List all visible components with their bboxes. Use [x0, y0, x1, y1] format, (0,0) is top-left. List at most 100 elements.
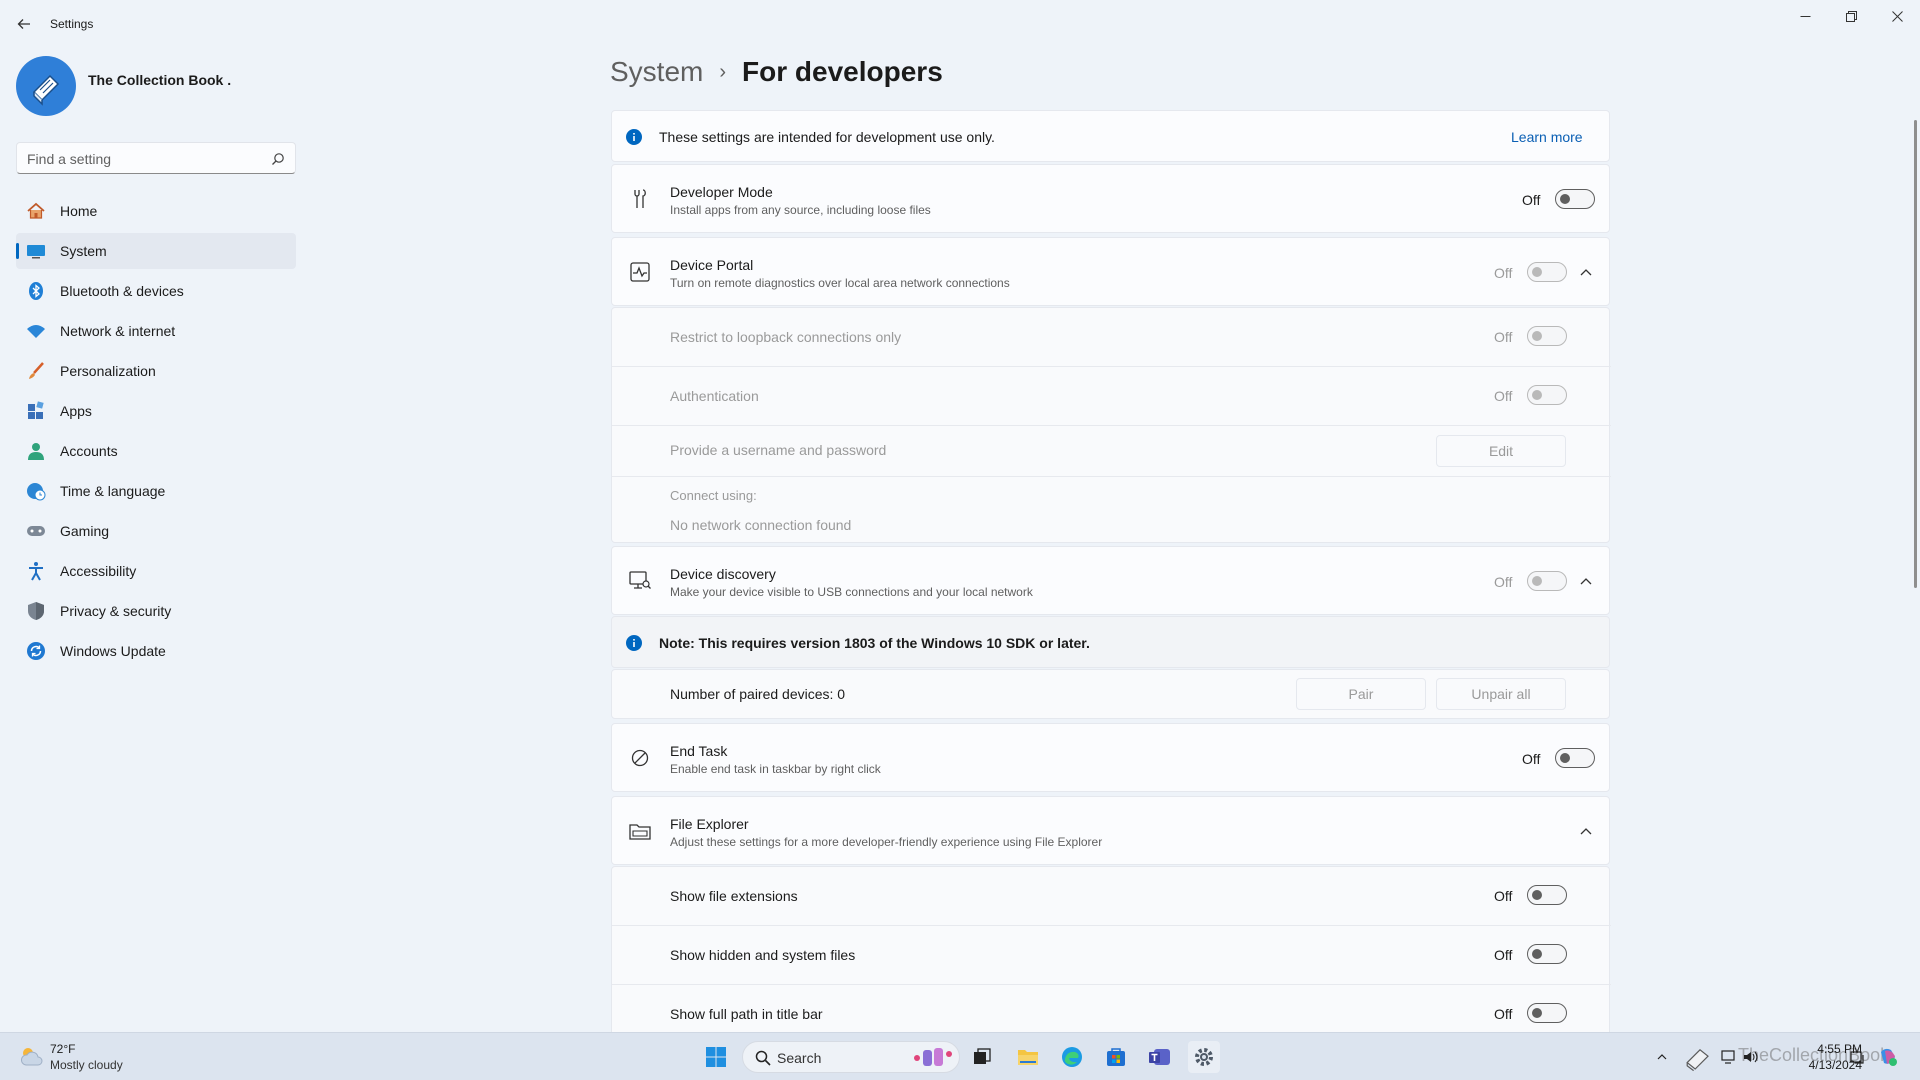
show-hidden-toggle[interactable]	[1527, 944, 1567, 964]
sidebar-item-label: System	[60, 243, 107, 259]
taskbar-search-label: Search	[777, 1050, 822, 1066]
info-bar: These settings are intended for developm…	[611, 110, 1610, 162]
shield-icon	[26, 601, 46, 621]
info-icon	[626, 129, 642, 145]
sidebar-item-label: Gaming	[60, 523, 110, 539]
language-icon[interactable]	[1848, 1041, 1868, 1073]
toggle-state: Off	[1494, 265, 1513, 281]
developer-tools-icon	[628, 187, 652, 211]
sidebar-item-label: Network & internet	[60, 323, 176, 339]
sidebar-item-system[interactable]: System	[16, 233, 296, 269]
chevron-up-icon[interactable]	[1652, 1041, 1672, 1073]
sidebar-item-label: Accessibility	[60, 563, 137, 579]
sidebar-item-gaming[interactable]: Gaming	[16, 513, 296, 549]
sidebar-item-label: Personalization	[60, 363, 156, 379]
cloud-sun-icon[interactable]	[18, 1045, 46, 1072]
unpair-all-button[interactable]: Unpair all	[1436, 678, 1566, 710]
avatar[interactable]	[16, 56, 76, 116]
loopback-toggle[interactable]	[1527, 326, 1567, 346]
weather-desc[interactable]: Mostly cloudy	[50, 1058, 123, 1072]
minimize-button[interactable]	[1782, 0, 1828, 32]
sidebar-item-apps[interactable]: Apps	[16, 393, 296, 429]
sidebar-item-personalization[interactable]: Personalization	[16, 353, 296, 389]
developer-mode-toggle[interactable]	[1555, 189, 1595, 209]
update-icon	[26, 641, 46, 661]
file-explorer-icon[interactable]	[1012, 1041, 1044, 1073]
edit-button[interactable]: Edit	[1436, 435, 1566, 467]
pair-button[interactable]: Pair	[1296, 678, 1426, 710]
volume-icon[interactable]	[1742, 1041, 1760, 1073]
clock-date[interactable]: 4/13/2024	[1762, 1058, 1862, 1072]
chevron-up-icon[interactable]	[1578, 573, 1594, 589]
end-task-toggle[interactable]	[1555, 748, 1595, 768]
sidebar-item-windows-update[interactable]: Windows Update	[16, 633, 296, 669]
restore-button[interactable]	[1828, 0, 1874, 32]
sidebar-item-bluetooth[interactable]: Bluetooth & devices	[16, 273, 296, 309]
edge-icon[interactable]	[1056, 1041, 1088, 1073]
search-icon	[272, 153, 284, 165]
weather-temp[interactable]: 72°F	[50, 1042, 75, 1056]
show-full-path-row: Show full path in title bar Off	[612, 985, 1611, 1032]
sidebar-item-accessibility[interactable]: Accessibility	[16, 553, 296, 589]
close-button[interactable]	[1874, 0, 1920, 32]
start-icon[interactable]	[700, 1041, 732, 1073]
task-view-icon[interactable]	[966, 1041, 998, 1073]
show-extensions-toggle[interactable]	[1527, 885, 1567, 905]
developer-mode-desc: Install apps from any source, including …	[670, 203, 931, 217]
toggle-state: Off	[1522, 751, 1541, 767]
toggle-state: Off	[1494, 888, 1513, 904]
sdk-note-text: Note: This requires version 1803 of the …	[659, 635, 1090, 651]
monitor-icon	[26, 241, 46, 261]
network-icon[interactable]	[1720, 1041, 1738, 1073]
toggle-state: Off	[1494, 574, 1513, 590]
device-discovery-toggle[interactable]	[1527, 571, 1567, 591]
taskbar-search[interactable]: Search	[742, 1041, 960, 1073]
teams-icon[interactable]	[1144, 1041, 1176, 1073]
chevron-up-icon[interactable]	[1578, 823, 1594, 839]
device-portal-card[interactable]: Device Portal Turn on remote diagnostics…	[611, 237, 1610, 306]
device-portal-options: Restrict to loopback connections only Of…	[611, 307, 1611, 543]
scrollbar[interactable]	[1914, 120, 1917, 588]
title-bar: Settings	[0, 0, 1920, 48]
profile-name: The Collection Book .	[88, 72, 232, 88]
info-icon	[626, 635, 642, 651]
settings-gear-icon[interactable]	[1188, 1041, 1220, 1073]
sidebar-item-network[interactable]: Network & internet	[16, 313, 296, 349]
sidebar-item-label: Home	[60, 203, 98, 219]
sidebar-item-time-language[interactable]: Time & language	[16, 473, 296, 509]
back-arrow-icon	[17, 19, 30, 29]
search-input[interactable]	[27, 149, 257, 169]
app-title: Settings	[50, 17, 94, 31]
sidebar-item-label: Time & language	[60, 483, 166, 499]
breadcrumb-parent[interactable]: System	[610, 56, 703, 88]
back-button[interactable]	[12, 12, 36, 36]
breadcrumb: System › For developers	[610, 56, 943, 88]
store-icon[interactable]	[1100, 1041, 1132, 1073]
show-full-path-title: Show full path in title bar	[670, 1006, 823, 1022]
end-task-desc: Enable end task in taskbar by right clic…	[670, 762, 881, 776]
device-portal-title: Device Portal	[670, 257, 754, 273]
device-portal-toggle[interactable]	[1527, 262, 1567, 282]
chevron-up-icon[interactable]	[1578, 264, 1594, 280]
copilot-icon[interactable]	[1872, 1041, 1904, 1073]
sidebar-item-accounts[interactable]: Accounts	[16, 433, 296, 469]
pulse-icon	[628, 260, 652, 284]
sidebar-item-privacy[interactable]: Privacy & security	[16, 593, 296, 629]
show-full-path-toggle[interactable]	[1527, 1003, 1567, 1023]
show-extensions-title: Show file extensions	[670, 888, 798, 904]
search-highlight-icon	[914, 1048, 952, 1066]
accessibility-icon	[26, 561, 46, 581]
device-discovery-icon	[628, 569, 652, 593]
sidebar-item-label: Apps	[60, 403, 92, 419]
search-box[interactable]	[16, 142, 296, 174]
toggle-state: Off	[1494, 388, 1513, 404]
sidebar-item-home[interactable]: Home	[16, 193, 296, 229]
device-discovery-card[interactable]: Device discovery Make your device visibl…	[611, 546, 1610, 615]
chevron-right-icon: ›	[719, 60, 727, 83]
connect-using-label: Connect using:	[670, 488, 757, 503]
learn-more-link[interactable]: Learn more	[1511, 129, 1583, 145]
authentication-toggle[interactable]	[1527, 385, 1567, 405]
file-explorer-card[interactable]: File Explorer Adjust these settings for …	[611, 796, 1610, 865]
taskbar: 72°F Mostly cloudy Search TheCollectionB…	[0, 1032, 1920, 1080]
settings-window: Settings The Collection Book . Home Syst…	[0, 0, 1920, 1032]
